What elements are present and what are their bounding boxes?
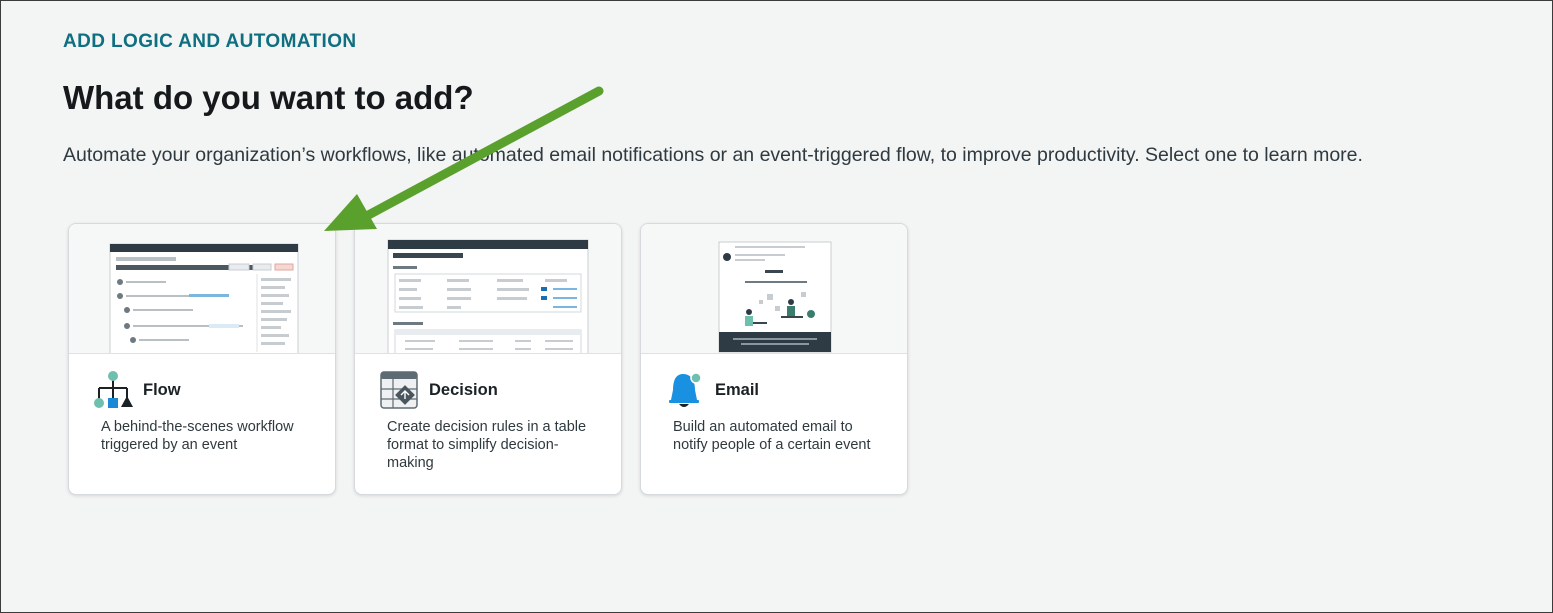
flow-card-header: Flow [93, 370, 181, 410]
flow-card-title: Flow [143, 380, 181, 399]
page-frame: ADD LOGIC AND AUTOMATION What do you wan… [0, 0, 1553, 613]
page-subtitle: Automate your organization’s workflows, … [63, 144, 1363, 166]
email-card[interactable]: Email Build an automated email to notify… [640, 223, 908, 495]
email-card-description: Build an automated email to notify peopl… [673, 419, 871, 453]
email-card-header: Email [665, 370, 759, 410]
decision-card-header: Decision [379, 370, 498, 410]
flow-icon [94, 371, 133, 408]
email-card-title: Email [715, 380, 760, 399]
decision-card-description: Create decision rules in a table format … [387, 419, 587, 471]
email-bell-icon [669, 372, 702, 407]
decision-card-title: Decision [429, 380, 498, 399]
page-title: What do you want to add? [63, 79, 474, 116]
decision-card[interactable]: Decision Create decision rules in a tabl… [354, 223, 622, 495]
flow-preview-image [69, 224, 335, 354]
email-preview-image [641, 224, 907, 354]
flow-card-description: A behind-the-scenes workflow triggered b… [101, 419, 294, 453]
decision-preview-image [355, 224, 621, 354]
flow-card[interactable]: Flow A behind-the-scenes workflow trigge… [68, 223, 336, 495]
section-eyebrow: ADD LOGIC AND AUTOMATION [63, 31, 357, 52]
decision-icon [380, 371, 418, 409]
